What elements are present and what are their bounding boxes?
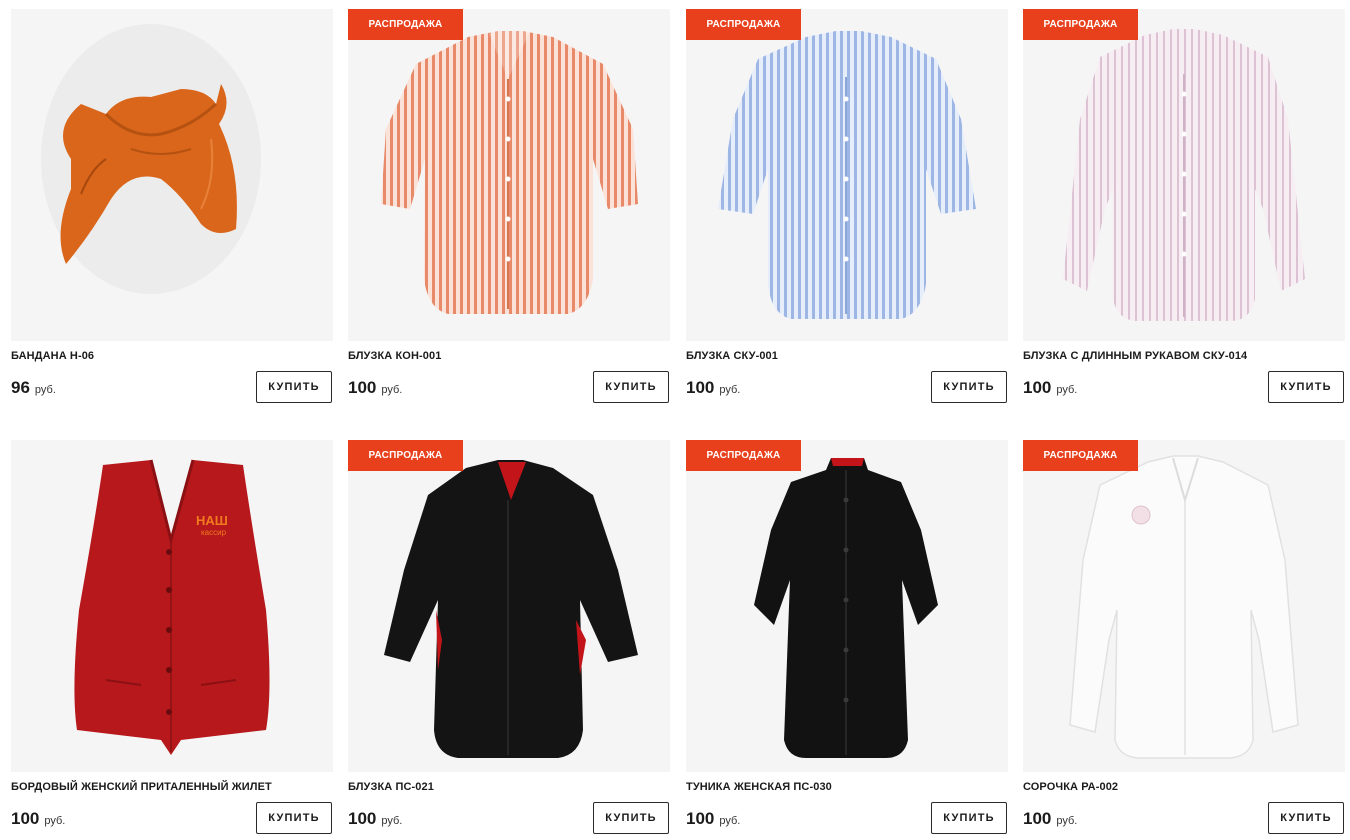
black-blouse-image (384, 460, 638, 758)
price-currency: руб. (34, 384, 56, 396)
price-value: 100 (1023, 378, 1052, 397)
white-shirt-image (1069, 455, 1299, 759)
product-image[interactable] (686, 9, 1008, 341)
price-value: 100 (348, 378, 377, 397)
product-price: 100 руб. (1023, 378, 1077, 398)
product-image[interactable] (1023, 9, 1345, 341)
buy-button[interactable]: КУПИТЬ (1268, 802, 1344, 834)
sale-badge: РАСПРОДАЖА (348, 440, 463, 471)
product-name[interactable]: БЛУЗКА КОН-001 (348, 350, 670, 362)
product-price: 100 руб. (11, 809, 65, 829)
product-price: 96 руб. (11, 378, 56, 398)
product-name[interactable]: ТУНИКА ЖЕНСКАЯ ПС-030 (686, 781, 1008, 793)
buy-button[interactable]: КУПИТЬ (256, 802, 332, 834)
buy-button[interactable]: КУПИТЬ (1268, 371, 1344, 403)
blue-striped-blouse-image (718, 31, 976, 319)
buy-button[interactable]: КУПИТЬ (593, 371, 669, 403)
product-price: 100 руб. (686, 809, 740, 829)
product-name[interactable]: БЛУЗКА С ДЛИННЫМ РУКАВОМ СКУ-014 (1023, 350, 1345, 362)
product-card: РАСПРОДАЖА БЛУЗКА КОН-001 100 руб. КУПИТ… (348, 9, 670, 409)
price-currency: руб. (381, 384, 403, 396)
orange-bandana-image (41, 24, 261, 294)
product-name[interactable]: СОРОЧКА РА-002 (1023, 781, 1345, 793)
sale-badge: РАСПРОДАЖА (1023, 9, 1138, 40)
product-price: 100 руб. (348, 378, 402, 398)
price-currency: руб. (719, 815, 741, 827)
product-card: РАСПРОДАЖА БЛУЗКА С ДЛИННЫМ РУКАВОМ СКУ-… (1023, 9, 1345, 409)
burgundy-vest-image: НАШ кассир (74, 459, 270, 755)
price-value: 100 (686, 378, 715, 397)
product-image[interactable] (686, 440, 1008, 772)
sale-badge: РАСПРОДАЖА (686, 9, 801, 40)
price-value: 100 (348, 809, 377, 828)
coral-striped-blouse-image (381, 31, 638, 314)
price-value: 100 (11, 809, 40, 828)
product-name[interactable]: БАНДАНА Н-06 (11, 350, 333, 362)
pink-striped-long-blouse-image (1063, 29, 1305, 321)
buy-button[interactable]: КУПИТЬ (931, 371, 1007, 403)
sale-badge: РАСПРОДАЖА (1023, 440, 1138, 471)
product-price: 100 руб. (686, 378, 740, 398)
product-image[interactable] (1023, 440, 1345, 772)
product-card: РАСПРОДАЖА БЛУЗКА ПС-021 100 руб. КУПИТЬ (348, 440, 670, 840)
product-image[interactable]: НАШ кассир (11, 440, 333, 772)
product-card: РАСПРОДАЖА СОРОЧКА РА-002 100 руб. КУПИТ… (1023, 440, 1345, 840)
product-name[interactable]: БОРДОВЫЙ ЖЕНСКИЙ ПРИТАЛЕННЫЙ ЖИЛЕТ (11, 781, 333, 793)
product-card: РАСПРОДАЖА ТУНИКА ЖЕНСКАЯ ПС-030 100 руб… (686, 440, 1008, 840)
price-value: 96 (11, 378, 30, 397)
price-currency: руб. (44, 815, 66, 827)
buy-button[interactable]: КУПИТЬ (931, 802, 1007, 834)
product-card: БАНДАНА Н-06 96 руб. КУПИТЬ (11, 9, 333, 409)
product-image[interactable] (11, 9, 333, 341)
product-card: НАШ кассир БОРДОВЫЙ ЖЕНСКИЙ ПРИТАЛЕННЫЙ … (11, 440, 333, 840)
price-currency: руб. (719, 384, 741, 396)
vest-logo-line2: кассир (201, 528, 227, 537)
product-image[interactable] (348, 9, 670, 341)
buy-button[interactable]: КУПИТЬ (593, 802, 669, 834)
product-name[interactable]: БЛУЗКА ПС-021 (348, 781, 670, 793)
product-price: 100 руб. (1023, 809, 1077, 829)
product-image[interactable] (348, 440, 670, 772)
product-price: 100 руб. (348, 809, 402, 829)
product-name[interactable]: БЛУЗКА СКУ-001 (686, 350, 1008, 362)
price-currency: руб. (1056, 384, 1078, 396)
buy-button[interactable]: КУПИТЬ (256, 371, 332, 403)
price-currency: руб. (381, 815, 403, 827)
price-value: 100 (1023, 809, 1052, 828)
sale-badge: РАСПРОДАЖА (686, 440, 801, 471)
black-tunic-image (754, 458, 938, 758)
product-card: РАСПРОДАЖА БЛУЗКА СКУ-001 100 руб. КУПИТ… (686, 9, 1008, 409)
sale-badge: РАСПРОДАЖА (348, 9, 463, 40)
vest-logo-line1: НАШ (196, 513, 228, 528)
price-value: 100 (686, 809, 715, 828)
product-grid: БАНДАНА Н-06 96 руб. КУПИТЬ РАСПРОДАЖА Б… (0, 0, 1350, 840)
price-currency: руб. (1056, 815, 1078, 827)
